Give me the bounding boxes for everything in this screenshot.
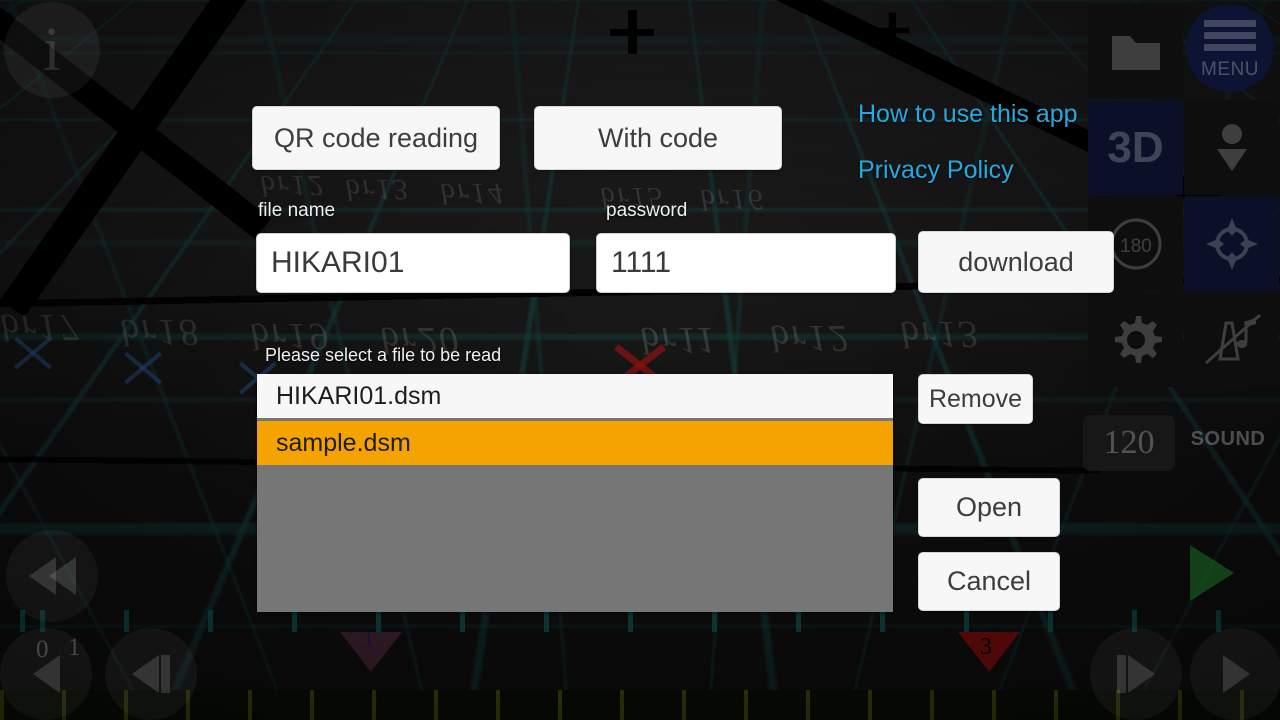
- step-back-button[interactable]: [105, 628, 197, 720]
- file-name-input[interactable]: HIKARI01: [256, 233, 570, 293]
- rewind-all-button[interactable]: [6, 530, 98, 622]
- sidebar-item-settings[interactable]: [1088, 292, 1183, 387]
- file-list[interactable]: HIKARI01.dsm sample.dsm: [257, 374, 893, 612]
- play-icon: [1222, 655, 1250, 693]
- sidebar-item-metronome-mute[interactable]: [1184, 292, 1279, 387]
- hamburger-icon: [1204, 15, 1256, 56]
- timeline-marker-number: 1: [68, 634, 81, 661]
- tempo-display[interactable]: 120: [1083, 415, 1175, 471]
- cancel-button[interactable]: Cancel: [918, 552, 1060, 611]
- sidebar-item-folder[interactable]: [1088, 4, 1183, 99]
- password-label: password: [606, 200, 688, 221]
- how-to-use-link[interactable]: How to use this app: [858, 100, 1078, 129]
- password-input[interactable]: 1111: [596, 233, 896, 293]
- sidebar-item-person[interactable]: [1184, 100, 1279, 195]
- tempo-value: 120: [1103, 424, 1155, 461]
- list-item[interactable]: sample.dsm: [257, 421, 893, 465]
- crosshair-icon: [1205, 217, 1258, 270]
- with-code-button[interactable]: With code: [534, 106, 782, 170]
- background-green-arrow: [1190, 545, 1234, 601]
- rotate-180-icon: 180: [1110, 218, 1161, 269]
- sound-label[interactable]: SOUND: [1180, 428, 1276, 451]
- timeline-marker-number: 0: [36, 636, 49, 663]
- menu-label: MENU: [1201, 59, 1259, 80]
- privacy-policy-link[interactable]: Privacy Policy: [858, 156, 1014, 185]
- play-button[interactable]: [1190, 628, 1280, 720]
- gear-icon: [1114, 315, 1162, 363]
- sidebar-item-3d[interactable]: 3D: [1088, 100, 1183, 195]
- qr-code-reading-button[interactable]: QR code reading: [252, 106, 500, 170]
- app-root: br12 br13 br14 br15 br16 br17 br18 br19 …: [0, 0, 1280, 720]
- person-icon: [1216, 123, 1247, 171]
- folder-icon: [1111, 35, 1160, 70]
- info-button[interactable]: i: [4, 2, 100, 98]
- menu-button[interactable]: MENU: [1186, 4, 1274, 92]
- step-forward-icon: [1117, 655, 1155, 693]
- 3d-icon: 3D: [1107, 122, 1164, 172]
- info-icon: i: [43, 16, 61, 84]
- metronome-muted-icon: [1204, 313, 1261, 364]
- file-name-label: file name: [258, 200, 336, 221]
- rewind-all-icon: [28, 557, 76, 595]
- list-item[interactable]: HIKARI01.dsm: [257, 374, 893, 418]
- download-button[interactable]: download: [918, 231, 1114, 293]
- step-forward-button[interactable]: [1090, 628, 1182, 720]
- svg-text:180: 180: [1120, 236, 1152, 257]
- select-file-prompt: Please select a file to be read: [265, 345, 502, 365]
- sidebar-item-target[interactable]: [1184, 196, 1279, 291]
- remove-button[interactable]: Remove: [918, 374, 1033, 424]
- step-back-icon: [132, 655, 170, 693]
- open-button[interactable]: Open: [918, 478, 1060, 537]
